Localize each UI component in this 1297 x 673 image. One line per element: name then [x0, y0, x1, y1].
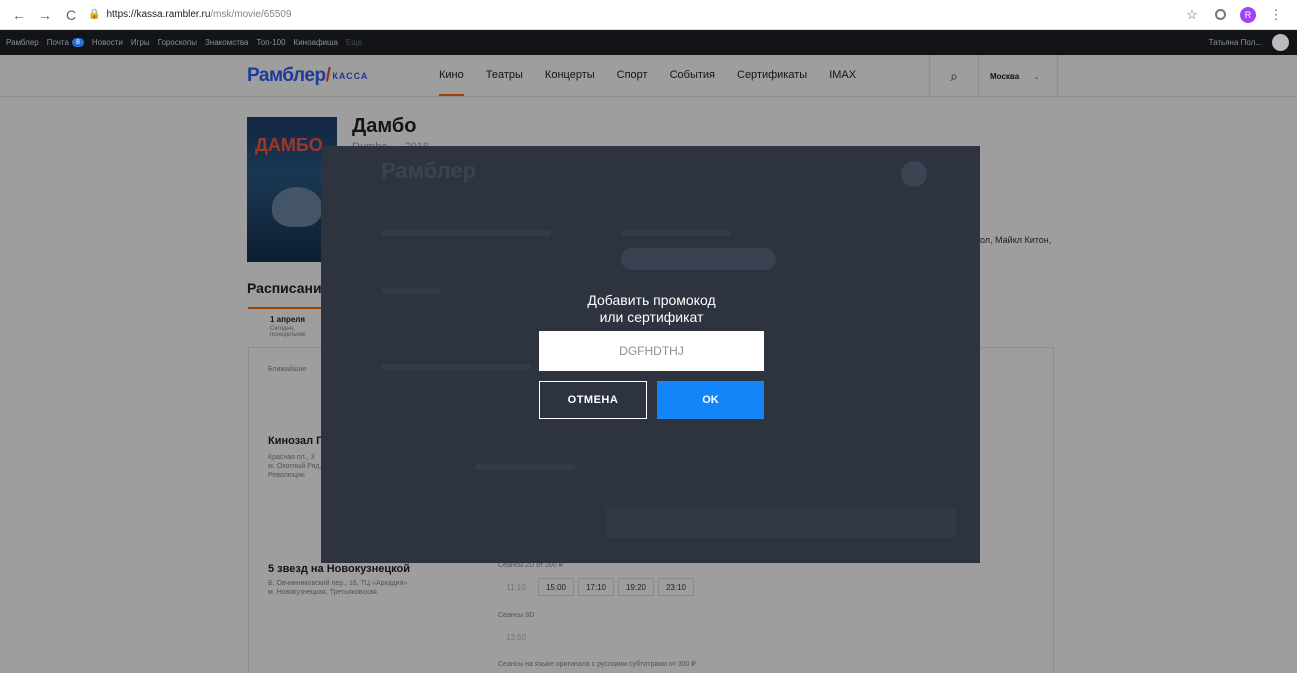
rambler-top-strip: Рамблер Почта 8 Новости Игры Гороскопы Зн…: [0, 30, 1297, 55]
browser-toolbar: ← → C 🔒 https://kassa.rambler.ru/msk/mov…: [0, 0, 1297, 30]
promo-code-input[interactable]: [539, 331, 764, 371]
mail-count-badge: 8: [71, 38, 84, 47]
purchase-modal-line: [621, 230, 731, 236]
toplink-news[interactable]: Новости: [92, 38, 123, 47]
toplink-horoscopes[interactable]: Гороскопы: [158, 38, 197, 47]
promo-title-line: или сертификат: [599, 309, 704, 325]
user-name: Татьяна Пол...: [1208, 38, 1262, 47]
toplink-kinoafisha[interactable]: Кинoафиша: [294, 38, 338, 47]
toplink-rambler[interactable]: Рамблер: [6, 38, 39, 47]
profile-avatar: R: [1240, 6, 1256, 23]
bookmark-star-icon[interactable]: ☆: [1181, 4, 1203, 26]
ok-button[interactable]: OK: [657, 381, 764, 419]
toplink-mail-label: Почта: [46, 38, 69, 47]
toplink-top100[interactable]: Топ-100: [256, 38, 285, 47]
cancel-button[interactable]: ОТМЕНА: [539, 381, 647, 419]
purchase-modal-pill: [621, 248, 776, 270]
lock-icon: 🔒: [88, 9, 101, 20]
purchase-modal-close-icon[interactable]: [901, 161, 927, 187]
purchase-modal-line: [381, 230, 551, 236]
menu-dots-icon[interactable]: ⋮: [1265, 4, 1287, 26]
user-menu[interactable]: Татьяна Пол...: [1209, 34, 1289, 51]
purchase-modal-bar: [606, 508, 956, 538]
purchase-modal-line: [381, 288, 441, 294]
toplink-more[interactable]: Ещё: [346, 38, 362, 47]
url-path: /msk/movie/65509: [210, 9, 292, 20]
toplink-games[interactable]: Игры: [131, 38, 150, 47]
toplink-mail[interactable]: Почта 8: [47, 38, 84, 47]
promo-dialog-title: Добавить промокод или сертификат: [539, 292, 764, 326]
promo-title-line: Добавить промокод: [587, 292, 716, 308]
url-host: https://kassa.rambler.ru: [106, 9, 211, 20]
purchase-modal-line: [381, 364, 531, 370]
purchase-modal-logo: Рамблер: [381, 158, 477, 183]
extension-icon[interactable]: [1209, 4, 1231, 26]
toplink-dating[interactable]: Знакомства: [205, 38, 249, 47]
forward-icon[interactable]: →: [34, 4, 56, 26]
address-bar[interactable]: 🔒 https://kassa.rambler.ru/msk/movie/655…: [88, 9, 292, 20]
back-icon[interactable]: ←: [8, 4, 30, 26]
avatar: [1272, 34, 1289, 51]
purchase-modal-line: [476, 464, 576, 470]
reload-icon[interactable]: C: [60, 4, 82, 26]
profile-button[interactable]: R: [1237, 4, 1259, 26]
